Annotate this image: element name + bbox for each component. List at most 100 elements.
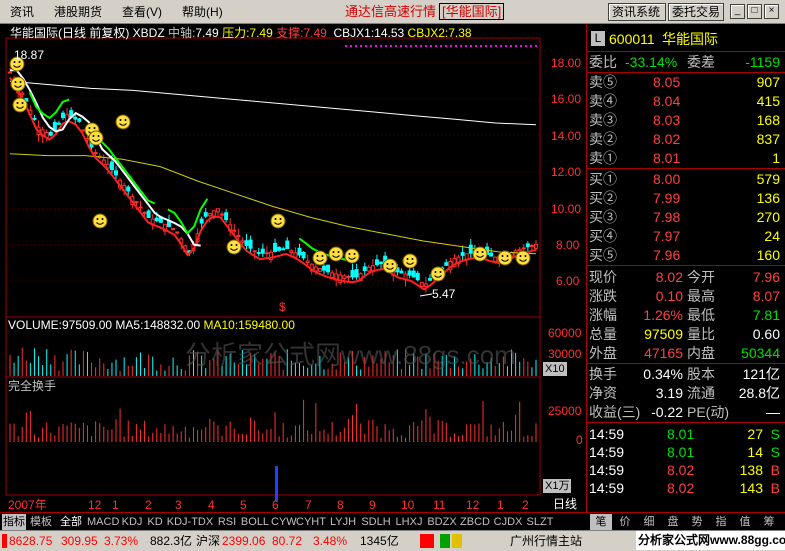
- signal-dot: [445, 45, 447, 47]
- stat-value-2: 8.07: [752, 288, 780, 304]
- indicator-tab-boll[interactable]: BOLL: [240, 514, 270, 530]
- menu-ganggu[interactable]: 港股期货: [44, 1, 112, 23]
- signal-dot: [490, 45, 492, 47]
- indicator-tab-指标[interactable]: 指标: [2, 514, 26, 530]
- right-tab[interactable]: 指: [710, 514, 732, 530]
- smiley-eye: [434, 271, 437, 273]
- indicator-tab-zbcd[interactable]: ZBCD: [459, 514, 491, 530]
- indicator-tab-全部[interactable]: 全部: [56, 514, 86, 530]
- signal-dot: [410, 45, 412, 47]
- cbjx2: CBJX2:7.38: [407, 26, 472, 40]
- bid-price: 7.98: [653, 209, 681, 225]
- time-tick: 2: [145, 498, 152, 512]
- bid-row: 买② 7.99 136: [587, 189, 785, 207]
- smiley-icon: [270, 213, 286, 229]
- stat-value-2: 7.81: [752, 307, 780, 323]
- candle-body: [342, 275, 347, 279]
- indicator-tab-sdlh[interactable]: SDLH: [360, 514, 392, 530]
- connection-icon[interactable]: [420, 534, 434, 548]
- candle-body: [126, 186, 131, 192]
- stat-label-2: 量比: [687, 326, 715, 342]
- menu-help[interactable]: 帮助(H): [172, 1, 233, 23]
- candle-body: [493, 256, 498, 262]
- stat2-row: 收益(三) -0.22 PE(动) —: [587, 403, 785, 421]
- smiley-eye: [316, 255, 319, 257]
- tick-time: 14:59: [589, 444, 625, 460]
- indicator-tab-bdzx[interactable]: BDZX: [426, 514, 458, 530]
- indicator-tab-rsi[interactable]: RSI: [215, 514, 239, 530]
- indicator-tab-cyht[interactable]: CYHT: [296, 514, 326, 530]
- smiley-eye: [235, 244, 238, 246]
- smiley-icon: [515, 250, 531, 266]
- candle-body: [374, 259, 379, 266]
- candle-body: [423, 283, 428, 288]
- time-tick: 7: [305, 498, 312, 512]
- right-tab[interactable]: 细: [638, 514, 660, 530]
- right-tab[interactable]: 价: [614, 514, 636, 530]
- indicator-tab-kdj-tdx[interactable]: KDJ-TDX: [166, 514, 214, 530]
- indicator-tab-macd[interactable]: MACD: [87, 514, 119, 530]
- candle-body: [175, 231, 180, 234]
- right-tab[interactable]: 笔: [590, 514, 612, 530]
- tick-time: 14:59: [589, 480, 625, 496]
- close-icon[interactable]: ×: [764, 4, 779, 19]
- price-pane-frame: [5, 37, 541, 318]
- high-price-mark: 18.87: [14, 48, 45, 62]
- smiley-eye: [439, 271, 442, 273]
- stat2-label: 净资: [589, 385, 617, 401]
- watermark: 分析家公式网www.88gs.com: [185, 340, 516, 370]
- signal-dot: [425, 45, 427, 47]
- indicator-tab-slzt[interactable]: SLZT: [525, 514, 555, 530]
- weicha-value: -1159: [745, 54, 780, 70]
- server-name[interactable]: 广州行情主站: [510, 532, 582, 551]
- info-system-button[interactable]: 资讯系统: [608, 3, 666, 21]
- candle-body: [427, 277, 432, 281]
- candle-body: [399, 270, 404, 274]
- ask-volume: 168: [756, 112, 780, 128]
- smiley-eye: [19, 81, 22, 83]
- menu-zixun[interactable]: 资讯: [0, 1, 44, 23]
- stock-name: 华能国际: [662, 31, 718, 47]
- indicator-tab-模板[interactable]: 模板: [27, 514, 55, 530]
- candle-body: [293, 252, 298, 258]
- candle-body: [248, 239, 253, 249]
- maximize-icon[interactable]: □: [747, 4, 762, 19]
- kline-chart-panel[interactable]: $ 分析家公式网www.88gs.com 华能国际(日线 前复权) XBDZ 中…: [0, 24, 586, 512]
- candle-body: [240, 240, 245, 243]
- right-tab[interactable]: 筹: [758, 514, 780, 530]
- bid-label: 买④: [589, 228, 617, 244]
- bid-label: 买⑤: [589, 247, 617, 263]
- index1-change: 309.95: [61, 534, 98, 548]
- bid-row: 买④ 7.97 24: [587, 227, 785, 245]
- stat2-row: 净资 3.19 流通 28.8亿: [587, 384, 785, 402]
- indicator-tab-kdj[interactable]: KDJ: [120, 514, 144, 530]
- indicator-tab-kd[interactable]: KD: [145, 514, 165, 530]
- candle-body: [517, 248, 522, 252]
- app-title-stock: [华能国际]: [439, 3, 505, 20]
- trade-button[interactable]: 委托交易: [668, 3, 724, 21]
- signal-dot: [365, 45, 367, 47]
- smiley-eye: [411, 258, 414, 260]
- yali-value: 7.49: [249, 26, 273, 40]
- smiley-eye: [97, 135, 100, 137]
- signal-dot: [435, 45, 437, 47]
- indicator-tab-cjdx[interactable]: CJDX: [492, 514, 524, 530]
- indicator-tab-lhxj[interactable]: LHXJ: [393, 514, 425, 530]
- signal-icon: [440, 534, 450, 548]
- menu-view[interactable]: 查看(V): [112, 1, 172, 23]
- signal-dot: [375, 45, 377, 47]
- signal-dot: [455, 45, 457, 47]
- indicator-tab-lyjh[interactable]: LYJH: [327, 514, 359, 530]
- index2-pct: 3.48%: [313, 534, 348, 548]
- smiley-eye: [274, 218, 277, 220]
- kline-chart-svg[interactable]: $ 分析家公式网www.88gs.com: [0, 24, 586, 512]
- time-tick: 2: [522, 498, 529, 512]
- price-tick-14: 14.00: [551, 129, 582, 143]
- minimize-icon[interactable]: _: [730, 4, 745, 19]
- right-tab[interactable]: 盘: [662, 514, 684, 530]
- signal-dot: [450, 45, 452, 47]
- indicator-tab-cyw[interactable]: CYW: [271, 514, 297, 530]
- right-tab[interactable]: 值: [734, 514, 756, 530]
- right-tab[interactable]: 势: [686, 514, 708, 530]
- candle-body: [350, 270, 355, 278]
